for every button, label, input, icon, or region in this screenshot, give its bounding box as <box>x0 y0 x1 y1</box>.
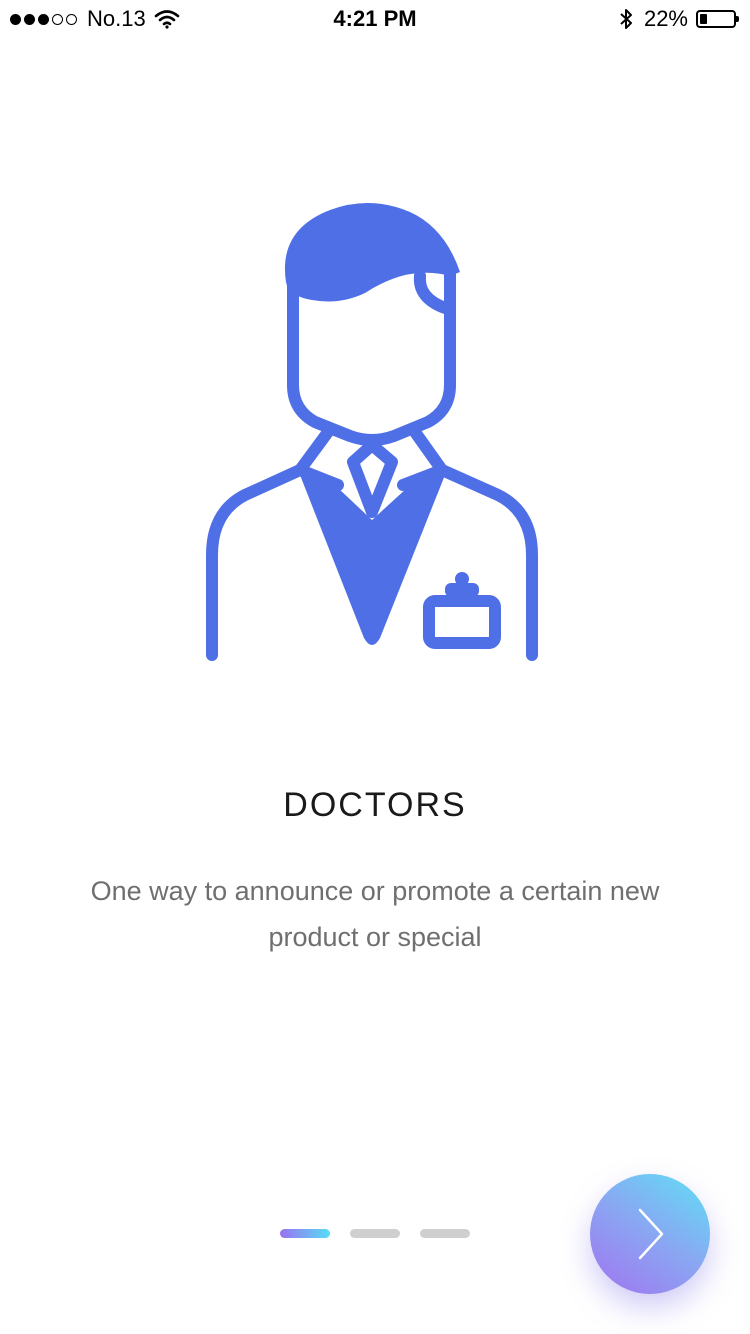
onboarding-title: DOCTORS <box>283 786 467 824</box>
page-dot[interactable] <box>420 1229 470 1238</box>
status-bar: No.13 4:21 PM 22% <box>0 0 750 40</box>
battery-fill <box>700 14 707 24</box>
status-right: 22% <box>618 6 739 32</box>
next-button[interactable] <box>590 1174 710 1294</box>
battery-icon <box>696 10 739 28</box>
bluetooth-icon <box>620 9 632 29</box>
doctor-icon <box>206 202 538 661</box>
page-dot[interactable] <box>280 1229 330 1238</box>
chevron-right-icon <box>638 1208 664 1260</box>
page-dot[interactable] <box>350 1229 400 1238</box>
battery-percent: 22% <box>643 6 688 31</box>
onboarding-description: One way to announce or promote a certain… <box>90 876 660 952</box>
page-indicator <box>280 1229 470 1238</box>
